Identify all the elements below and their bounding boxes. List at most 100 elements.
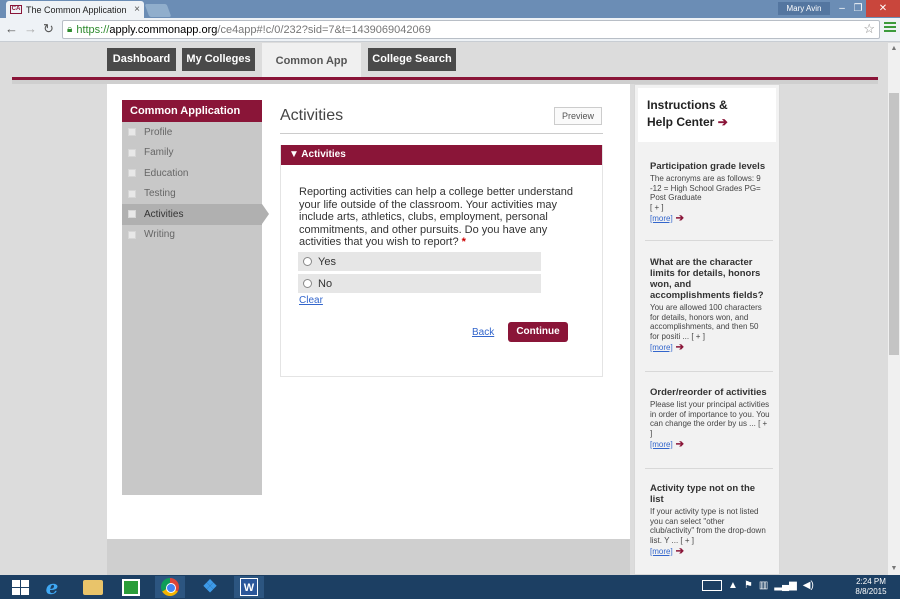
arrow-right-icon: ➔ [717,115,728,129]
forward-arrow-icon[interactable]: → [24,21,37,36]
sidebar-item-writing[interactable]: Writing [122,225,262,246]
status-checkbox-icon [128,148,136,157]
windows-start-icon[interactable] [5,576,35,598]
status-checkbox-icon [128,169,136,178]
browser-titlebar: CA The Common Application × Mary Avin – … [0,0,900,18]
taskbar-clock[interactable]: 2:24 PM 8/8/2015 [847,577,895,597]
sidebar-item-label: Activities [144,208,184,220]
chrome-icon[interactable] [155,576,185,598]
nav-dashboard[interactable]: Dashboard [107,48,176,71]
volume-icon[interactable]: ◀) [803,580,814,591]
more-link[interactable]: [more] [650,214,673,223]
sidebar-item-label: Testing [144,188,176,200]
title-divider [280,133,603,134]
arrow-right-icon: ➔ [675,342,685,353]
help-question: Order/reorder of activities [650,387,767,398]
scroll-down-icon[interactable]: ▼ [888,563,900,575]
sidebar-item-label: Writing [144,229,175,241]
tab-close-icon[interactable]: × [134,4,140,15]
help-more: [more] ➔ [650,545,770,557]
option-label: No [318,277,333,290]
radio-no[interactable] [303,279,312,288]
browser-menu-icon[interactable] [884,22,896,34]
browser-tab[interactable]: CA The Common Application × [6,1,144,18]
nav-my-colleges[interactable]: My Colleges [182,48,255,71]
activities-panel-header[interactable]: ▼ Activities [281,145,602,165]
help-item: Activity type not on the list If your ac… [650,483,770,557]
internet-explorer-icon[interactable]: e [37,575,67,599]
help-more: [more] ➔ [650,438,770,450]
new-tab-button[interactable] [144,4,172,17]
help-center: Instructions & Help Center ➔ Participati… [634,84,780,575]
clear-link[interactable]: Clear [299,295,323,306]
sidebar-item-label: Education [144,167,189,179]
help-item: What are the character limits for detail… [650,257,770,353]
help-question: Activity type not on the list [650,483,756,505]
help-answer: You are allowed 100 characters for detai… [650,303,762,341]
url-scheme: https:// [76,23,110,36]
network-icon[interactable]: ▥ [759,580,768,591]
file-explorer-icon[interactable] [78,576,108,598]
more-link[interactable]: [more] [650,547,673,556]
sidebar-item-education[interactable]: Education [122,163,262,184]
help-divider [645,468,773,469]
option-no[interactable]: No [298,274,541,293]
bookmark-star-icon[interactable]: ☆ [863,21,875,37]
status-checkbox-icon [128,128,136,137]
activities-question: Reporting activities can help a college … [299,186,589,249]
continue-button[interactable]: Continue [508,322,568,342]
help-item: Order/reorder of activities Please list … [650,387,770,450]
section-sidebar: Common Application Profile Family Educat… [122,100,269,495]
scrollbar-thumb[interactable] [889,93,899,355]
url-path: /ce4app#!c/0/232?sid=7&t=1439069042069 [217,23,431,36]
page-title: Activities [280,107,344,124]
status-checkbox-icon [128,189,136,198]
tray-expand-icon[interactable]: ▲ [728,580,738,591]
back-arrow-icon[interactable]: ← [5,21,18,36]
browser-toolbar: ← → ↻ 🔒︎ https:// apply.commonapp.org /c… [0,18,900,42]
help-question: Participation grade levels [650,161,766,172]
nav-college-search[interactable]: College Search [368,48,456,71]
reload-icon[interactable]: ↻ [43,21,54,37]
sidebar-item-testing[interactable]: Testing [122,184,262,205]
arrow-right-icon: ➔ [675,213,685,224]
preview-button[interactable]: Preview [554,107,602,125]
help-title-line2: Help Center [647,115,715,129]
nav-common-app[interactable]: Common App [262,43,361,81]
radio-yes[interactable] [303,257,312,266]
address-bar[interactable]: 🔒︎ https:// apply.commonapp.org /ce4app#… [62,20,880,39]
help-question: What are the character limits for detail… [650,257,764,301]
status-checkbox-icon [128,210,136,219]
option-label: Yes [318,255,336,268]
store-icon[interactable] [116,576,146,598]
page: Dashboard My Colleges Common App College… [0,43,888,575]
sidebar-item-activities[interactable]: Activities [122,204,269,225]
keyboard-icon[interactable] [702,580,722,591]
sidebar-item-family[interactable]: Family [122,143,262,164]
more-link[interactable]: [more] [650,343,673,352]
lock-icon: 🔒︎ [67,24,73,35]
arrow-right-icon: ➔ [675,546,685,557]
word-icon[interactable]: W [234,576,264,598]
commonapp-favicon-icon: CA [10,5,22,14]
help-divider [645,371,773,372]
sidebar-item-label: Profile [144,126,173,138]
option-yes[interactable]: Yes [298,252,541,271]
sidebar-item-profile[interactable]: Profile [122,122,262,143]
close-window-icon[interactable]: ✕ [866,0,900,17]
help-answer: Please list your principal activities in… [650,400,770,438]
scroll-up-icon[interactable]: ▲ [888,43,900,55]
top-navigation: Dashboard My Colleges Common App College… [0,43,888,81]
page-scrollbar[interactable]: ▲ ▼ [888,43,900,575]
sidebar-item-label: Family [144,147,174,159]
more-link[interactable]: [more] [650,440,673,449]
flag-icon[interactable]: ⚑ [744,580,753,591]
help-center-title[interactable]: Instructions & Help Center ➔ [638,88,776,142]
required-marker: * [461,236,466,248]
expand-toggle[interactable]: [ + ] [650,203,664,212]
dropbox-icon[interactable]: ❖ [195,576,225,598]
url-host: apply.commonapp.org [109,23,218,36]
signal-icon[interactable]: ▂▄▆ [774,580,796,591]
back-link[interactable]: Back [472,327,494,338]
browser-user-name[interactable]: Mary Avin [778,2,830,15]
